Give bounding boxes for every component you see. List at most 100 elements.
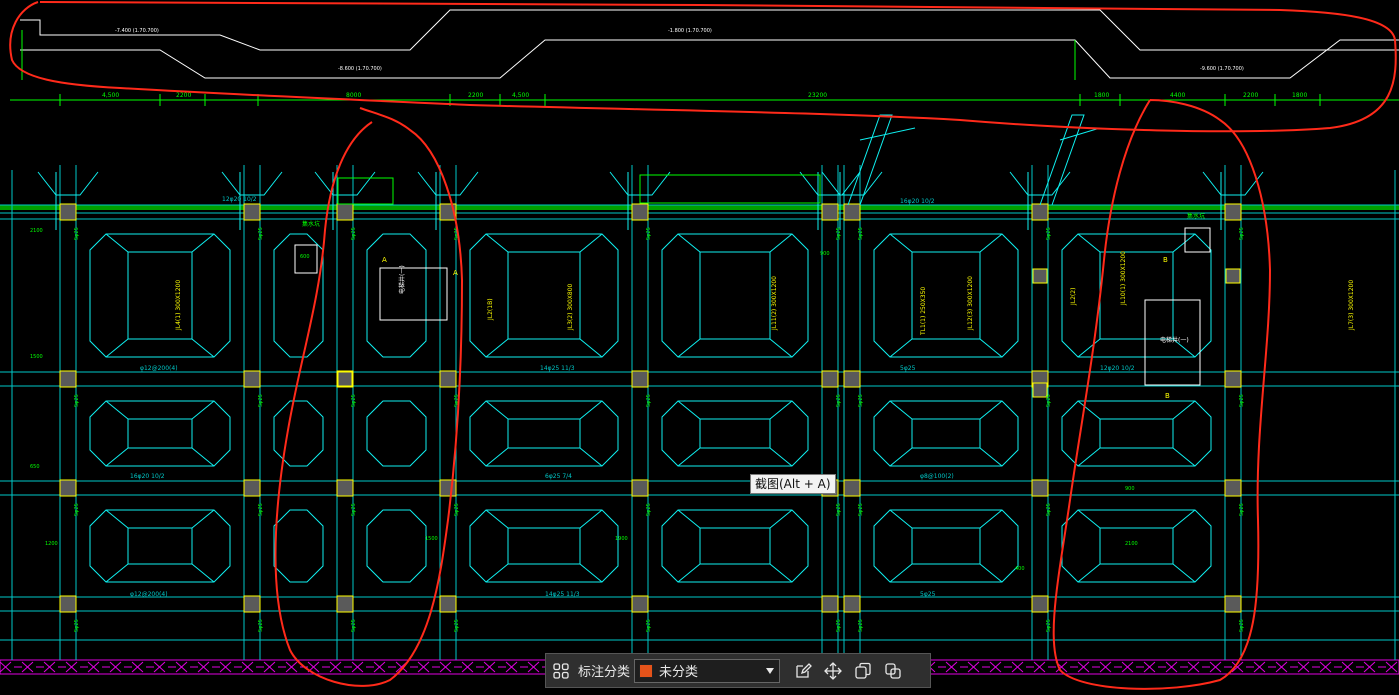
svg-text:集水坑: 集水坑 xyxy=(302,220,320,228)
rebar-note: 5φ25 xyxy=(1239,227,1245,240)
red-markup xyxy=(9,1,1397,690)
beam-label: JL7(3) 300X1200 xyxy=(1348,280,1355,331)
rebar-note: 5φ25 xyxy=(258,227,264,240)
rebar-note: 14φ25 11/3 xyxy=(540,365,575,372)
rebar-note: 5φ25 xyxy=(351,227,357,240)
rebar-note: 12φ20 10/2 xyxy=(1100,365,1135,372)
dim-text: 2100 xyxy=(1125,541,1138,547)
rebar-note: 5φ25 xyxy=(836,503,842,516)
columns xyxy=(59,203,1242,613)
rebar-note: 5φ25 xyxy=(1046,394,1052,407)
section-profile xyxy=(20,9,1399,79)
svg-text:2200: 2200 xyxy=(176,92,191,99)
svg-text:1800: 1800 xyxy=(1292,92,1307,99)
beam-label: JL3(2) 300X800 xyxy=(567,283,574,331)
rebar-note: 5φ25 xyxy=(258,503,264,516)
rebar-note: 5φ25 xyxy=(74,619,80,632)
svg-text:电梯井(一): 电梯井(一) xyxy=(398,265,406,294)
rebar-note: φ12@200(4) xyxy=(140,365,178,372)
rebar-note: 5φ25 xyxy=(1239,619,1245,632)
rebar-note: 5φ25 xyxy=(646,227,652,240)
rebar-note: 5φ25 xyxy=(454,503,460,516)
svg-text:8000: 8000 xyxy=(346,92,361,99)
svg-text:4,500: 4,500 xyxy=(512,92,529,99)
dim-text: 1500 xyxy=(425,536,438,542)
svg-text:电梯井(一): 电梯井(一) xyxy=(1160,336,1189,344)
rebar-note: 5φ25 xyxy=(858,619,864,632)
rebar-note: 5φ25 xyxy=(74,394,80,407)
category-value: 未分类 xyxy=(659,665,699,680)
annotation-toolbar: 标注分类 未分类 xyxy=(545,653,931,688)
rebar-note: 6φ25 7/4 xyxy=(545,473,572,480)
svg-text:-7.400 (1.70.700): -7.400 (1.70.700) xyxy=(115,28,159,34)
chevron-down-icon xyxy=(766,667,775,674)
rebar-note: 5φ25 xyxy=(858,394,864,407)
section-dim-line xyxy=(10,30,1399,106)
rebar-note: 5φ25 xyxy=(351,619,357,632)
rebar-note: 5φ25 xyxy=(1046,503,1052,516)
rebar-note: 5φ25 xyxy=(351,503,357,516)
rebar-note: φ8@100(2) xyxy=(920,473,954,480)
rebar-note: 12φ20 10/2 xyxy=(222,196,257,203)
svg-text:-1.800 (1.70.700): -1.800 (1.70.700) xyxy=(668,28,712,34)
rebar-note: 5φ25 xyxy=(858,227,864,240)
rebar-note: 5φ25 xyxy=(836,619,842,632)
dim-text: 1200 xyxy=(45,541,58,547)
dim-text: 900 xyxy=(1125,486,1135,492)
beam-label: TL1(1) 250X350 xyxy=(920,287,927,336)
rebar-note: 5φ25 xyxy=(258,394,264,407)
beam-label: JL11(2) 300X1200 xyxy=(771,276,778,331)
rebar-note: 16φ20 10/2 xyxy=(130,473,165,480)
svg-text:2200: 2200 xyxy=(1243,92,1258,99)
svg-text:2200: 2200 xyxy=(468,92,483,99)
svg-text:集水坑: 集水坑 xyxy=(1187,212,1205,220)
rebar-note: 5φ25 xyxy=(646,619,652,632)
grid-apps-icon[interactable] xyxy=(546,656,576,686)
beam-label: JL12(3) 300X1200 xyxy=(967,276,974,331)
svg-text:A: A xyxy=(453,269,458,277)
dim-text: 1900 xyxy=(615,536,628,542)
svg-text:B: B xyxy=(1163,256,1168,264)
rebar-note: 5φ25 xyxy=(836,227,842,240)
svg-text:4400: 4400 xyxy=(1170,92,1185,99)
category-select[interactable]: 未分类 xyxy=(634,658,781,683)
rebar-note: 5φ25 xyxy=(858,503,864,516)
room-tags: 集水坑 集水坑 电梯井(一) 电梯井(一) xyxy=(302,212,1205,344)
dim-text: 900 xyxy=(820,251,830,257)
copy-icon[interactable] xyxy=(848,656,878,686)
rebar-note: 5φ25 xyxy=(836,394,842,407)
rebar-note: 5φ25 xyxy=(920,591,936,598)
rebar-note: 5φ25 xyxy=(258,619,264,632)
svg-text:A: A xyxy=(382,256,387,264)
rebar-note: 5φ25 xyxy=(900,365,916,372)
rebar-note: 5φ25 xyxy=(1239,394,1245,407)
paste-icon[interactable] xyxy=(878,656,908,686)
category-color-swatch xyxy=(639,663,654,678)
dim-text: 400 xyxy=(1015,566,1025,572)
dim-text: 2100 xyxy=(30,228,43,234)
rebar-note: φ12@200(4) xyxy=(130,591,168,598)
annotation-category-label: 标注分类 xyxy=(578,665,631,680)
svg-text:1800: 1800 xyxy=(1094,92,1109,99)
beam-label: JL2(2) xyxy=(1070,288,1077,306)
edit-icon[interactable] xyxy=(788,656,818,686)
svg-text:23200: 23200 xyxy=(808,92,827,99)
beam-label: JL2(1B) xyxy=(487,298,494,321)
rebar-note: 16φ20 10/2 xyxy=(900,198,935,205)
rebar-note: 5φ25 xyxy=(1239,503,1245,516)
rebar-note: 5φ25 xyxy=(351,394,357,407)
dim-text: 1500 xyxy=(30,354,43,360)
svg-text:B: B xyxy=(1165,392,1170,400)
move-icon[interactable] xyxy=(818,656,848,686)
svg-text:4,500: 4,500 xyxy=(102,92,119,99)
svg-text:-9.600 (1.70.700): -9.600 (1.70.700) xyxy=(1200,66,1244,72)
rebar-note: 5φ25 xyxy=(74,503,80,516)
dim-text: 600 xyxy=(300,254,310,260)
rebar-note: 5φ25 xyxy=(74,227,80,240)
cad-drawing-canvas[interactable]: 4,500 2200 8000 2200 4,500 23200 1800 44… xyxy=(0,0,1399,695)
rebar-note: 5φ25 xyxy=(1046,619,1052,632)
screenshot-tooltip: 截图(Alt + A) xyxy=(750,474,836,494)
rebar-note: 5φ25 xyxy=(454,619,460,632)
dim-text: 650 xyxy=(30,464,40,470)
beam-label: JL4(1) 300X1200 xyxy=(175,280,182,331)
